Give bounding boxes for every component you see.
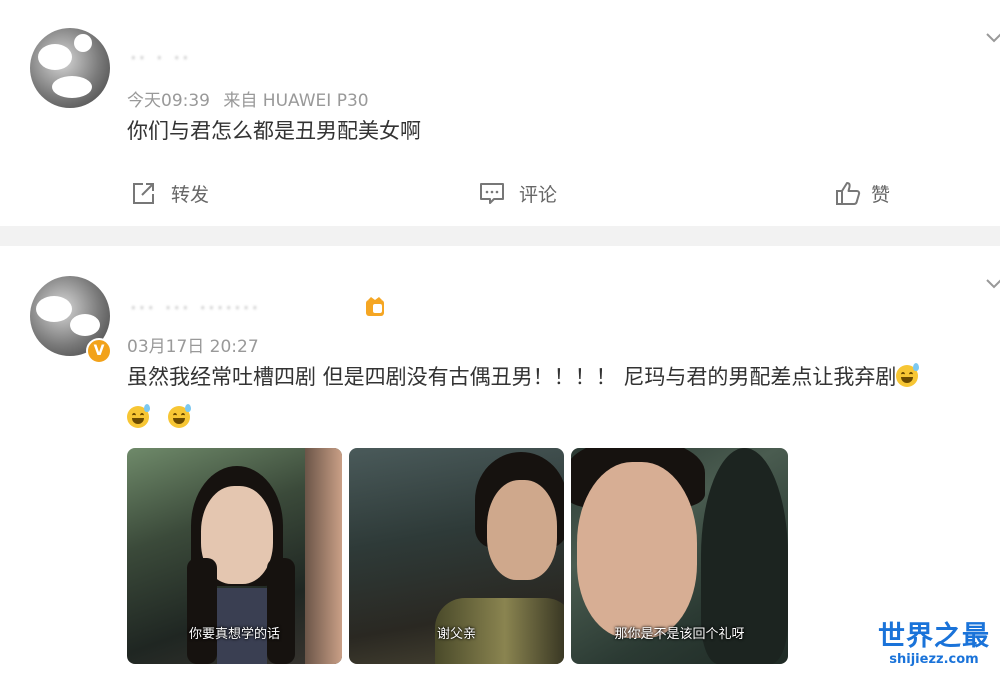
post-text: 你们与君怎么都是丑男配美女啊 (127, 119, 421, 143)
emoji-row (127, 404, 192, 428)
post-text: 虽然我经常吐槽四剧 但是四剧没有古偶丑男！！！！ 尼玛与君的男配差点让我弃剧 (127, 358, 995, 396)
user-name[interactable]: ··· ··· ······· (130, 296, 260, 320)
post-separator (0, 226, 1000, 246)
sweat-smile-emoji-icon (127, 404, 150, 428)
watermark-title: 世界之最 (878, 621, 990, 652)
comment-button[interactable]: 评论 (479, 176, 557, 210)
share-icon (133, 183, 154, 204)
post-image[interactable]: 谢父亲 (349, 448, 564, 664)
site-watermark: 世界之最 shijiezz.com (878, 622, 990, 668)
weibo-post: ·· · ·· 今天09:39 来自 HUAWEI P30 你们与君怎么都是丑男… (0, 0, 1000, 226)
avatar[interactable] (30, 28, 110, 108)
user-name[interactable]: ·· · ·· (130, 46, 191, 70)
verified-badge: V (86, 338, 112, 364)
image-caption: 那你是不是该回个礼呀 (614, 627, 745, 642)
action-bar: 转发 评论 赞 (0, 176, 1000, 210)
post-image[interactable]: 你要真想学的话 (127, 448, 342, 664)
chevron-down-icon[interactable] (986, 276, 1000, 292)
repost-button[interactable]: 转发 (131, 176, 209, 210)
sweat-smile-emoji-icon (168, 404, 192, 428)
image-caption: 谢父亲 (436, 627, 476, 642)
post-time: 今天09:39 (127, 91, 210, 111)
member-badge-icon (366, 297, 384, 316)
sweat-smile-emoji-icon (896, 363, 920, 387)
post-meta: 今天09:39 来自 HUAWEI P30 (127, 86, 369, 111)
post-image[interactable]: 那你是不是该回个礼呀 (571, 448, 788, 664)
chevron-down-icon[interactable] (986, 30, 1000, 46)
post-time: 03月17日 20:27 (127, 337, 259, 357)
repost-label: 转发 (171, 183, 210, 206)
like-label: 赞 (871, 183, 891, 206)
post-source: 来自 HUAWEI P30 (223, 91, 369, 111)
image-caption: 你要真想学的话 (188, 627, 280, 642)
post-text-line: 虽然我经常吐槽四剧 但是四剧没有古偶丑男！！！！ 尼玛与君的男配差点让我弃剧 (127, 365, 897, 389)
watermark-url: shijiezz.com (889, 652, 979, 667)
like-button[interactable]: 赞 (835, 176, 890, 210)
thumbs-up-icon (836, 182, 861, 205)
comment-icon (480, 183, 504, 204)
comment-label: 评论 (519, 183, 558, 206)
